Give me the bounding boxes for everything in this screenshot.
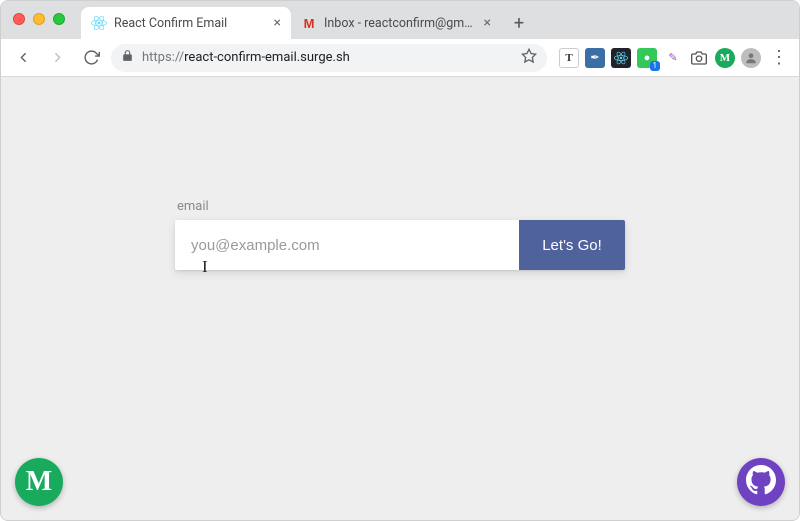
profile-avatar[interactable] xyxy=(741,48,761,68)
window-minimize-button[interactable] xyxy=(33,13,45,25)
titlebar: React Confirm Email × M Inbox - reactcon… xyxy=(1,1,799,39)
ext-react-devtools[interactable] xyxy=(611,48,631,68)
medium-badge[interactable]: M xyxy=(15,458,63,506)
github-badge[interactable] xyxy=(737,458,785,506)
bookmark-star-icon[interactable] xyxy=(521,48,537,68)
ext-t[interactable]: T xyxy=(559,48,579,68)
window-maximize-button[interactable] xyxy=(53,13,65,25)
url-rest: react-confirm-email.surge.sh xyxy=(184,50,350,65)
lock-icon xyxy=(121,49,134,66)
tab-close-icon[interactable]: × xyxy=(484,16,491,30)
tab-close-icon[interactable]: × xyxy=(274,16,281,30)
tab-gmail-inbox[interactable]: M Inbox - reactconfirm@gmail.co × xyxy=(291,7,501,39)
page-viewport: email Let's Go! I M xyxy=(1,77,799,520)
address-bar[interactable]: https://react-confirm-email.surge.sh xyxy=(111,44,547,72)
email-label: email xyxy=(175,199,625,214)
browser-window: React Confirm Email × M Inbox - reactcon… xyxy=(0,0,800,521)
ext-m[interactable]: M xyxy=(715,48,735,68)
react-icon xyxy=(91,15,107,31)
ext-camera[interactable] xyxy=(689,48,709,68)
submit-button[interactable]: Let's Go! xyxy=(519,220,625,270)
extensions-row: T ✒ ● ✎ M xyxy=(559,48,761,68)
ext-feather[interactable]: ✎ xyxy=(663,48,683,68)
toolbar: https://react-confirm-email.surge.sh T ✒… xyxy=(1,39,799,77)
tab-label: React Confirm Email xyxy=(114,16,267,31)
ext-pen[interactable]: ✒ xyxy=(585,48,605,68)
window-controls xyxy=(13,13,65,25)
browser-menu-button[interactable]: ⋮ xyxy=(767,47,791,68)
url-scheme: https:// xyxy=(142,50,184,65)
back-button[interactable] xyxy=(9,44,37,72)
tab-react-confirm-email[interactable]: React Confirm Email × xyxy=(81,7,291,39)
window-close-button[interactable] xyxy=(13,13,25,25)
signup-form: email Let's Go! xyxy=(175,199,625,270)
forward-button[interactable] xyxy=(43,44,71,72)
github-icon xyxy=(746,465,776,499)
new-tab-button[interactable]: + xyxy=(505,9,533,37)
reload-button[interactable] xyxy=(77,44,105,72)
medium-icon: M xyxy=(26,466,52,498)
url-text: https://react-confirm-email.surge.sh xyxy=(142,50,513,65)
tab-label: Inbox - reactconfirm@gmail.co xyxy=(324,16,477,31)
email-input[interactable] xyxy=(175,220,519,270)
input-row: Let's Go! xyxy=(175,220,625,270)
gmail-icon: M xyxy=(301,15,317,31)
tab-strip: React Confirm Email × M Inbox - reactcon… xyxy=(81,1,533,39)
ext-record[interactable]: ● xyxy=(637,48,657,68)
